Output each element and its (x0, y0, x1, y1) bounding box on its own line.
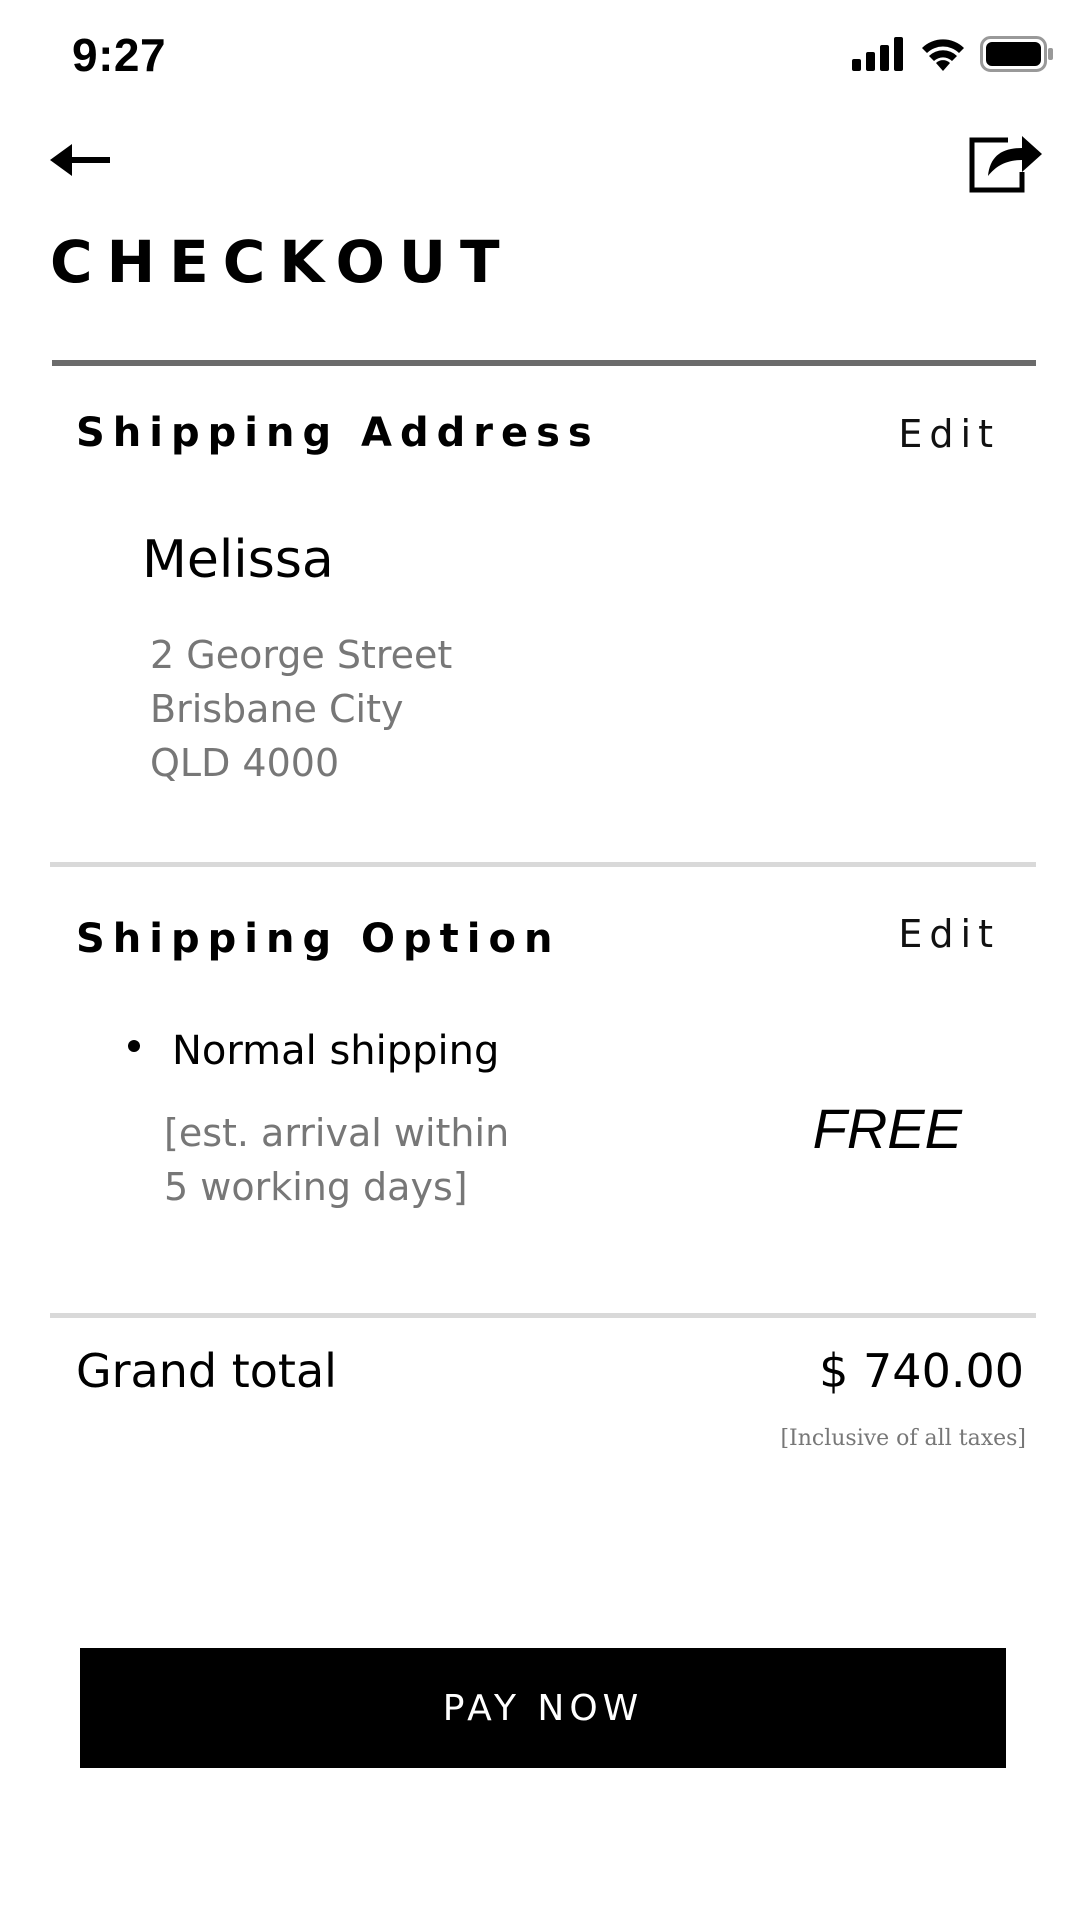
recipient-name: Melissa (142, 530, 334, 590)
shipping-estimate-line-1: [est. arrival within (164, 1111, 510, 1155)
status-icons (852, 36, 1054, 72)
address-lines: 2 George Street Brisbane City QLD 4000 (150, 628, 452, 790)
wifi-icon (922, 39, 964, 71)
share-icon (969, 136, 1042, 193)
shipping-method: Normal shipping (172, 1028, 500, 1074)
battery-icon (980, 36, 1053, 72)
back-arrow-icon (50, 144, 110, 176)
page-title: CHECKOUT (50, 228, 514, 296)
address-line-1: 2 George Street (150, 633, 453, 677)
title-divider (52, 360, 1036, 366)
grand-total-value: $ 740.00 (819, 1344, 1024, 1398)
share-button[interactable] (968, 128, 1044, 194)
status-time: 9:27 (72, 29, 167, 81)
shipping-estimate-line-2: 5 working days] (164, 1165, 468, 1209)
shipping-option-title: Shipping Option (76, 916, 561, 962)
tax-note: [Inclusive of all taxes] (780, 1426, 1026, 1451)
back-button[interactable] (48, 136, 114, 184)
edit-address-link[interactable]: Edit (898, 412, 1000, 456)
shipping-estimate: [est. arrival within 5 working days] (164, 1106, 509, 1214)
grand-total-label: Grand total (76, 1344, 337, 1398)
shipping-price: FREE (812, 1097, 962, 1160)
address-line-3: QLD 4000 (150, 741, 340, 785)
bullet-icon (128, 1040, 140, 1052)
cellular-signal-icon (852, 37, 903, 71)
pay-now-label: PAY NOW (442, 1687, 644, 1729)
section-divider (50, 862, 1036, 867)
edit-shipping-option-link[interactable]: Edit (898, 912, 1000, 956)
section-divider (50, 1313, 1036, 1318)
shipping-address-title: Shipping Address (76, 410, 600, 456)
pay-now-button[interactable]: PAY NOW (80, 1648, 1006, 1768)
address-line-2: Brisbane City (150, 687, 404, 731)
